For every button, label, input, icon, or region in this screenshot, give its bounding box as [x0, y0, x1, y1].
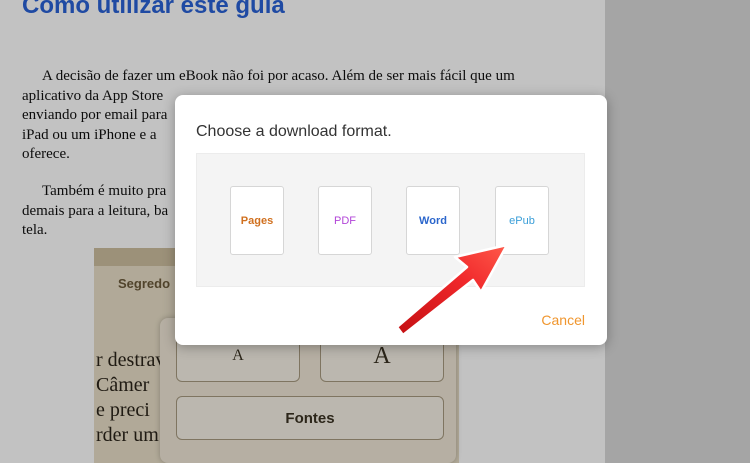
- cancel-button[interactable]: Cancel: [541, 312, 585, 328]
- dialog-title: Choose a download format.: [196, 123, 392, 140]
- red-arrow-icon: [395, 243, 509, 337]
- format-pages-button[interactable]: Pages: [230, 186, 284, 255]
- format-pdf-button[interactable]: PDF: [318, 186, 372, 255]
